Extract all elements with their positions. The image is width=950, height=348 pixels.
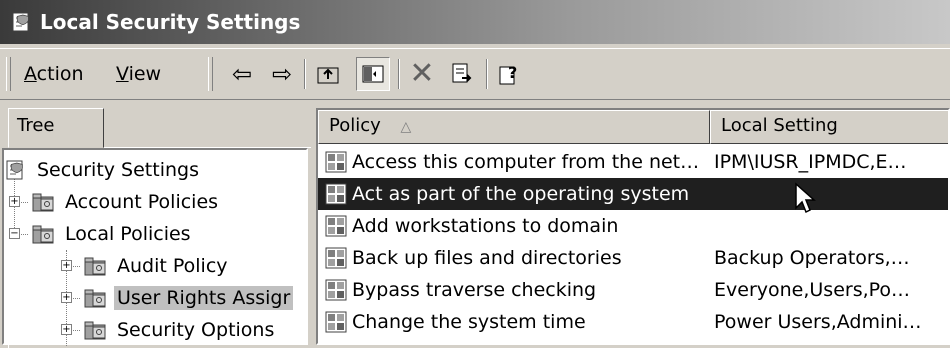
up-one-level-icon[interactable] bbox=[312, 58, 344, 90]
tree-node-security-settings[interactable]: Security Settings bbox=[4, 154, 202, 186]
column-header-policy[interactable]: Policy △ bbox=[318, 110, 710, 144]
menu-view[interactable]: View bbox=[116, 63, 161, 85]
delete-icon[interactable]: ✕ bbox=[406, 58, 438, 90]
expand-icon[interactable]: + bbox=[61, 324, 72, 335]
policy-icon bbox=[325, 215, 347, 237]
folder-icon bbox=[84, 321, 106, 340]
toolbar-separator bbox=[304, 59, 306, 89]
expand-icon[interactable]: + bbox=[61, 292, 72, 303]
list-row-selected[interactable]: Act as part of the operating system bbox=[318, 178, 948, 210]
folder-icon bbox=[32, 225, 54, 244]
policy-icon bbox=[325, 311, 347, 333]
policy-icon bbox=[325, 279, 347, 301]
back-arrow-icon[interactable]: ⇦ bbox=[226, 58, 258, 90]
list-row[interactable]: Bypass traverse checking Everyone,Users,… bbox=[318, 274, 948, 306]
tree-node-user-rights-assignment[interactable]: User Rights Assigr bbox=[84, 282, 294, 314]
expand-icon[interactable]: + bbox=[9, 196, 20, 207]
forward-arrow-icon[interactable]: ⇨ bbox=[266, 58, 298, 90]
toolbar: Action View ⇦ ⇨ ✕ ? bbox=[0, 48, 950, 100]
collapse-icon[interactable]: − bbox=[9, 228, 20, 239]
policy-list[interactable]: Policy △ Local Setting Access this compu… bbox=[316, 108, 950, 345]
column-header-local-setting[interactable]: Local Setting bbox=[710, 110, 948, 144]
policy-icon bbox=[325, 151, 347, 173]
mouse-cursor-icon bbox=[795, 182, 816, 214]
tree-node-audit-policy[interactable]: Audit Policy bbox=[84, 250, 231, 282]
tree-node-local-policies[interactable]: Local Policies bbox=[32, 218, 194, 250]
help-icon[interactable]: ? bbox=[494, 58, 526, 90]
expand-icon[interactable]: + bbox=[61, 260, 72, 271]
folder-icon bbox=[32, 193, 54, 212]
toolbar-grip[interactable] bbox=[208, 57, 213, 91]
policy-icon bbox=[325, 183, 347, 205]
list-row[interactable]: Add workstations to domain bbox=[318, 210, 948, 242]
tree-node-account-policies[interactable]: Account Policies bbox=[32, 186, 221, 218]
svg-text:?: ? bbox=[508, 63, 517, 82]
sort-ascending-icon: △ bbox=[400, 119, 412, 135]
show-hide-tree-icon[interactable] bbox=[356, 57, 390, 91]
window-title: Local Security Settings bbox=[40, 10, 301, 34]
tree-view[interactable]: Security Settings + Account Policies − L… bbox=[2, 148, 308, 346]
policy-icon bbox=[325, 247, 347, 269]
tree-node-security-options[interactable]: Security Options bbox=[84, 314, 277, 346]
folder-icon bbox=[84, 257, 106, 276]
toolbar-separator bbox=[398, 59, 400, 89]
list-row[interactable]: Change the system time Power Users,Admin… bbox=[318, 306, 948, 338]
list-row[interactable]: Back up files and directories Backup Ope… bbox=[318, 242, 948, 274]
tab-tree[interactable]: Tree bbox=[8, 108, 104, 148]
menu-action[interactable]: Action bbox=[24, 63, 84, 85]
list-row[interactable]: Access this computer from the net… IPM\I… bbox=[318, 146, 948, 178]
folder-icon bbox=[84, 289, 106, 308]
security-settings-icon bbox=[12, 12, 29, 32]
title-bar: Local Security Settings bbox=[0, 0, 950, 44]
menu-grip[interactable] bbox=[6, 57, 11, 91]
security-settings-icon bbox=[6, 160, 23, 180]
toolbar-separator bbox=[486, 59, 488, 89]
export-list-icon[interactable] bbox=[446, 58, 478, 90]
